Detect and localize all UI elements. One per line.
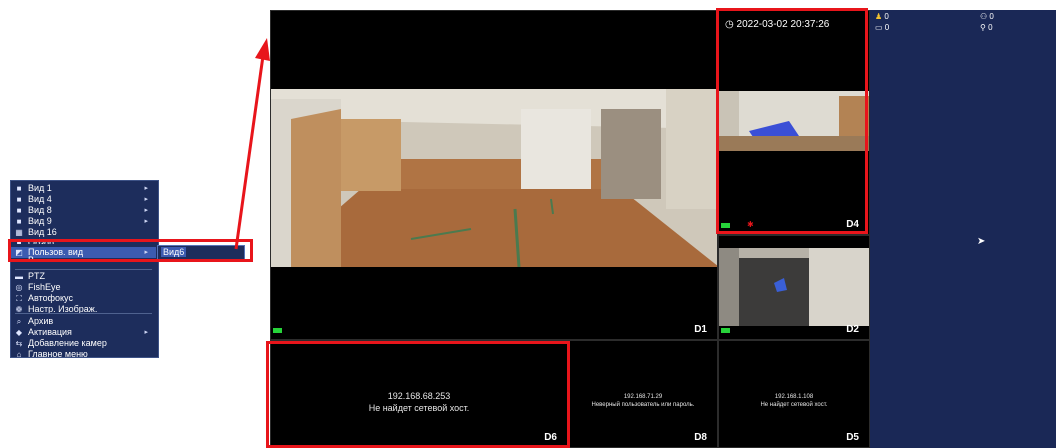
menu-item-icon: ⌕ <box>16 317 22 326</box>
channel-tile-d5[interactable]: 192.168.1.108 Не найдет сетевой хост. D5 <box>718 340 870 448</box>
menu-item-icon: ⛶ <box>16 294 22 303</box>
camera-feed-d1 <box>271 89 717 267</box>
menu-item-9[interactable]: ◎ FishEye <box>11 282 156 293</box>
bike-icon: ⚲ <box>980 23 986 32</box>
nonmotor-icon: ⚇ <box>980 12 988 21</box>
menu-item-label: FishEye <box>28 282 61 292</box>
mouse-cursor: ➤ <box>977 236 986 247</box>
channel-label-d2: D2 <box>846 324 859 335</box>
car-count: 0 <box>884 23 890 32</box>
menu-item-label: Автофокус <box>28 293 73 303</box>
menu-item-8[interactable]: ▬ PTZ <box>11 271 156 282</box>
annotation-arrow <box>234 38 270 250</box>
channel-label-d1: D1 <box>694 324 707 335</box>
menu-item-10[interactable]: ⛶ Автофокус <box>11 293 156 304</box>
menu-separator <box>15 269 152 270</box>
menu-item-icon: ▬ <box>15 272 23 281</box>
error-message-d5: Не найдет сетевой хост. <box>760 402 828 408</box>
menu-item-icon: ◎ <box>15 283 23 292</box>
channel-tile-d2[interactable]: D2 <box>718 235 870 340</box>
menu-item-12[interactable]: ⌕ Архив <box>11 316 156 327</box>
error-message-d8: Неверный пользователь или пароль. <box>591 402 695 408</box>
menu-item-icon: ❁ <box>15 305 23 314</box>
nonmotor-count: 0 <box>989 12 994 21</box>
menu-item-label: Активация <box>28 327 72 337</box>
person-count: 0 <box>884 12 889 21</box>
menu-separator <box>15 313 152 314</box>
car-icon: ▭ <box>875 23 883 32</box>
channel-tile-d1[interactable]: D1 <box>270 10 718 340</box>
menu-item-15[interactable]: ⌂ Главное меню <box>11 349 156 360</box>
menu-item-label: PTZ <box>28 271 45 281</box>
menu-item-label: Добавление камер <box>28 338 107 348</box>
highlight-channel-d6 <box>266 341 570 448</box>
menu-item-label: Главное меню <box>28 349 88 359</box>
statistics-panel: ♟ 0 ▭ 0 ⚇ 0 ⚲ 0 ➤ <box>870 10 1056 448</box>
channel-tile-d8[interactable]: 192.168.71.29 Неверный пользователь или … <box>568 340 718 448</box>
menu-item-icon: ◆ <box>15 328 23 337</box>
menu-item-icon: ⇆ <box>15 339 23 348</box>
highlight-channel-d4 <box>716 8 868 234</box>
menu-item-label: Архив <box>28 316 54 326</box>
recording-indicator-d2 <box>721 328 730 333</box>
bike-count: 0 <box>988 23 993 32</box>
channel-label-d8: D8 <box>694 432 707 443</box>
menu-item-icon: ⌂ <box>16 350 22 359</box>
person-icon: ♟ <box>875 12 883 21</box>
camera-feed-d2 <box>719 248 869 326</box>
ip-address-d5: 192.168.1.108 <box>774 394 814 400</box>
menu-item-13[interactable]: ◆ Активация ▸ <box>11 327 156 338</box>
chevron-right-icon: ▸ <box>144 329 148 336</box>
channel-label-d5: D5 <box>846 432 859 443</box>
recording-indicator-d1 <box>273 328 282 333</box>
ip-address-d8: 192.168.71.29 <box>623 394 663 400</box>
menu-item-14[interactable]: ⇆ Добавление камер <box>11 338 156 349</box>
